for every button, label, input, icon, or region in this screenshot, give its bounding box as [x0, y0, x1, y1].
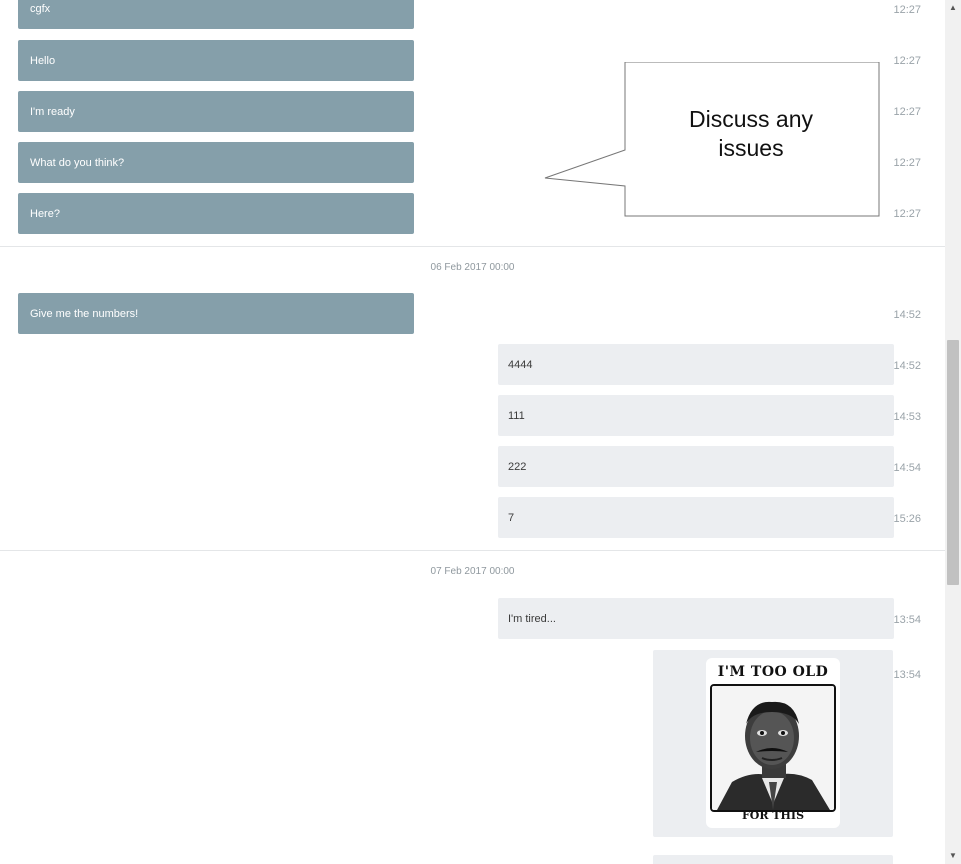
message-bubble-incoming[interactable]: What do you think?: [18, 142, 414, 183]
message-text: 111: [508, 409, 525, 422]
sticker-caption-top: I'M TOO OLD: [717, 664, 829, 680]
callout-line: Discuss any: [689, 106, 813, 132]
scroll-down-arrow-icon[interactable]: ▼: [945, 848, 961, 864]
message-text: I'm tired...: [508, 612, 556, 625]
message-time: 14:52: [893, 309, 921, 321]
message-bubble-incoming[interactable]: cgfx: [18, 0, 414, 29]
message-time: 15:26: [893, 513, 921, 525]
message-text: cgfx: [30, 2, 51, 15]
message-time: 12:27: [893, 106, 921, 118]
scroll-up-arrow-icon[interactable]: ▲: [945, 0, 961, 16]
message-time: 12:27: [893, 208, 921, 220]
message-text: I'm ready: [30, 105, 75, 118]
sticker-image[interactable]: I'M TOO OLD FOR THIS: [706, 658, 840, 828]
sticker-caption-bottom: FOR THIS: [741, 809, 805, 822]
message-bubble-incoming[interactable]: I'm ready: [18, 91, 414, 132]
message-bubble-outgoing[interactable]: I'm tired...: [498, 598, 894, 639]
message-time: 13:54: [893, 669, 921, 681]
message-time: 14:52: [893, 360, 921, 372]
date-separator: 07 Feb 2017 00:00: [430, 566, 515, 577]
date-separator: 06 Feb 2017 00:00: [430, 262, 515, 273]
message-text: What do you think?: [30, 156, 125, 169]
message-bubble-outgoing[interactable]: 4444: [498, 344, 894, 385]
message-bubble-incoming[interactable]: Here?: [18, 193, 414, 234]
message-bubble-outgoing[interactable]: 7: [498, 497, 894, 538]
message-time: 14:53: [893, 411, 921, 423]
message-bubble-outgoing[interactable]: [653, 855, 893, 864]
image-message-bubble[interactable]: I'M TOO OLD FOR THIS: [653, 650, 893, 837]
portrait-illustration: [712, 686, 834, 810]
message-bubble-incoming[interactable]: Give me the numbers!: [18, 293, 414, 334]
vertical-scrollbar[interactable]: ▲ ▼: [945, 0, 961, 864]
message-text: Give me the numbers!: [30, 307, 139, 320]
message-text: Hello: [30, 54, 56, 67]
message-bubble-incoming[interactable]: Hello: [18, 40, 414, 81]
message-time: 14:54: [893, 462, 921, 474]
message-text: Here?: [30, 207, 60, 220]
message-bubble-outgoing[interactable]: 222: [498, 446, 894, 487]
message-text: 222: [508, 460, 527, 473]
sticker-portrait: [710, 684, 836, 812]
message-time: 12:27: [893, 55, 921, 67]
message-time: 13:54: [893, 614, 921, 626]
scrollbar-thumb[interactable]: [947, 340, 959, 585]
message-text: 7: [508, 511, 515, 524]
message-time: 12:27: [893, 157, 921, 169]
day-divider: [0, 550, 945, 551]
callout-text: Discuss any issues: [625, 105, 877, 163]
day-divider: [0, 246, 945, 247]
message-text: 4444: [508, 358, 533, 371]
callout-line: issues: [718, 135, 784, 161]
message-time: 12:27: [893, 4, 921, 16]
message-bubble-outgoing[interactable]: 111: [498, 395, 894, 436]
